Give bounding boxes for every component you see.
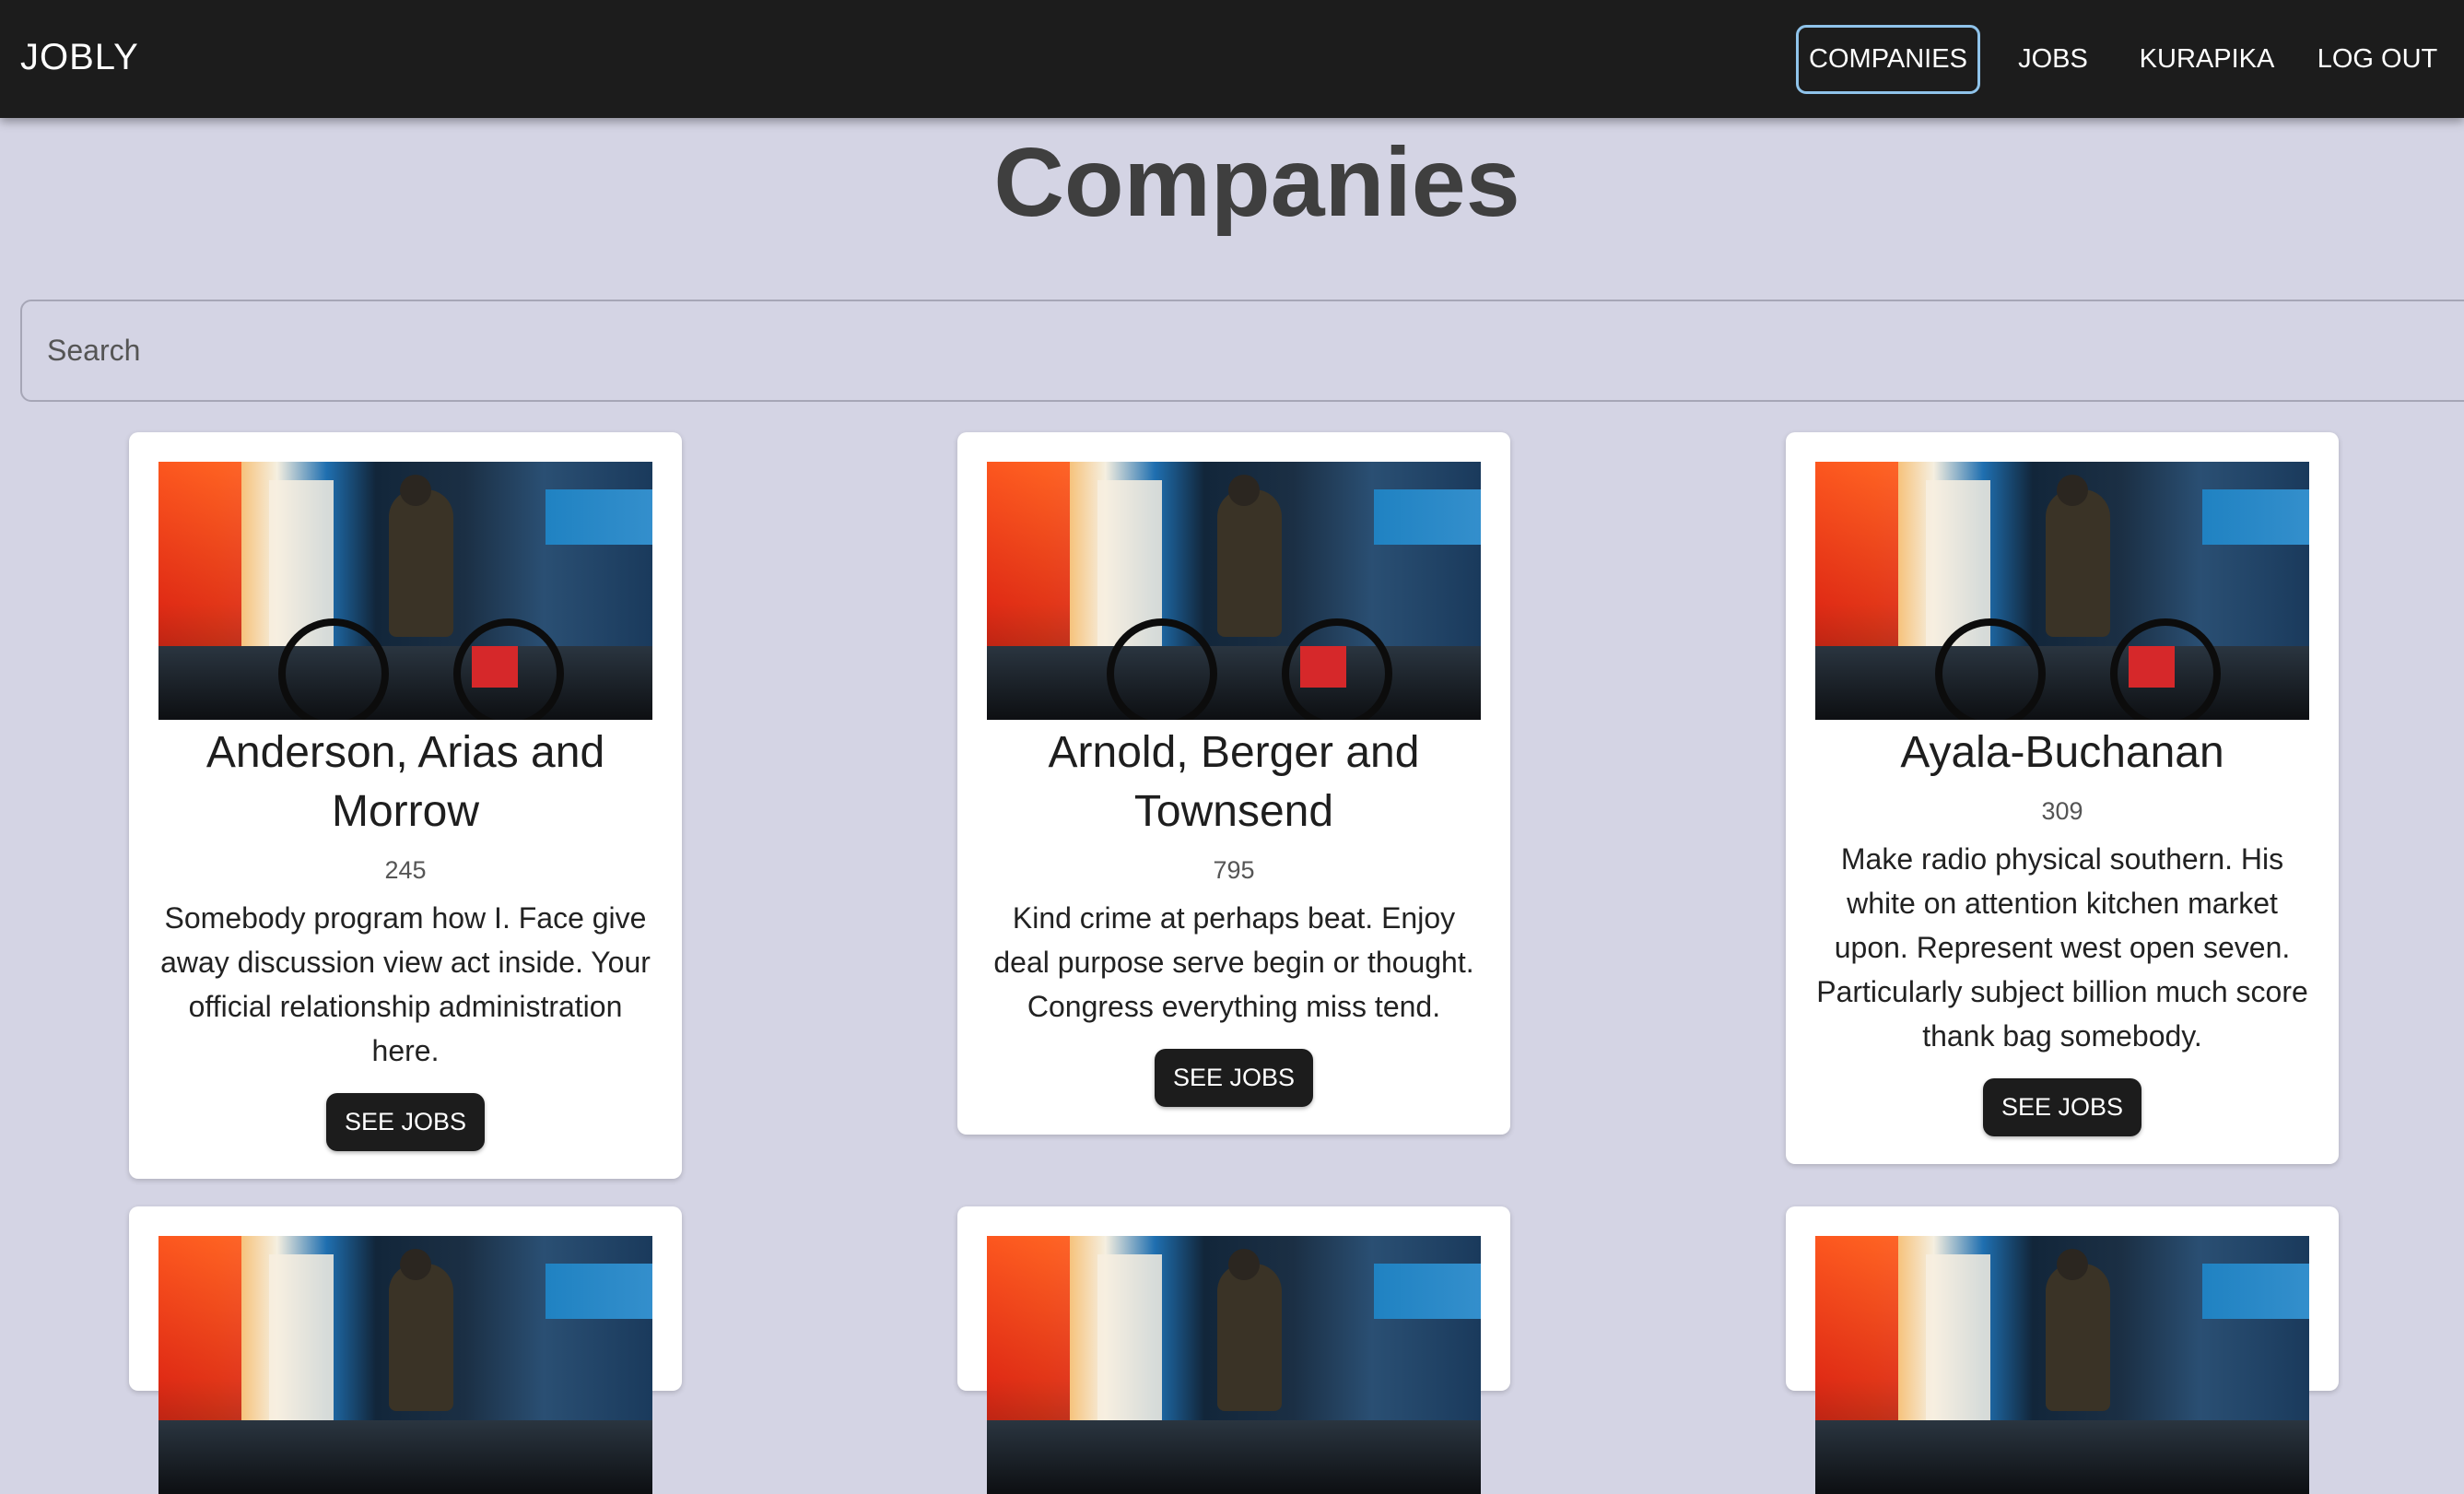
see-jobs-button[interactable]: SEE JOBS (1982, 1078, 2142, 1136)
see-jobs-button[interactable]: SEE JOBS (325, 1093, 486, 1151)
company-name: Anderson, Arias and Morrow (205, 728, 605, 836)
page-title: Companies (993, 128, 1520, 237)
company-card: Arnold, Berger and Townsend 795 Kind cri… (957, 432, 1510, 1135)
company-card (957, 1206, 1510, 1494)
company-card (129, 1206, 682, 1494)
company-employees: 795 (1213, 856, 1255, 884)
company-image (987, 1236, 1481, 1494)
company-image (158, 462, 652, 720)
nav-jobs[interactable]: JOBS (2007, 25, 2099, 94)
company-card: Ayala-Buchanan 309 Make radio physical s… (1786, 432, 2339, 1164)
nav-profile[interactable]: KURAPIKA (2133, 25, 2281, 94)
see-jobs-button[interactable]: SEE JOBS (1154, 1049, 1314, 1107)
company-image (987, 462, 1481, 720)
navbar: JOBLY COMPANIES JOBS KURAPIKA LOG OUT (0, 0, 2464, 118)
company-card (1786, 1206, 2339, 1494)
nav-logout[interactable]: LOG OUT (2308, 25, 2446, 94)
company-card: Anderson, Arias and Morrow 245 Somebody … (129, 432, 682, 1179)
company-description: Somebody program how I. Face give away d… (160, 901, 651, 1067)
company-description: Kind crime at perhaps beat. Enjoy deal p… (993, 901, 1474, 1023)
nav-companies[interactable]: COMPANIES (1796, 25, 1980, 94)
company-employees: 309 (2041, 797, 2083, 825)
search-input[interactable] (20, 300, 2464, 402)
company-employees: 245 (384, 856, 427, 884)
company-image (1815, 1236, 2309, 1494)
company-name: Arnold, Berger and Townsend (1048, 728, 1420, 836)
company-image (1815, 462, 2309, 720)
brand-logo[interactable]: JOBLY (20, 37, 139, 78)
company-description: Make radio physical southern. His white … (1816, 842, 2308, 1053)
company-image (158, 1236, 652, 1494)
company-name: Ayala-Buchanan (1900, 728, 2224, 777)
